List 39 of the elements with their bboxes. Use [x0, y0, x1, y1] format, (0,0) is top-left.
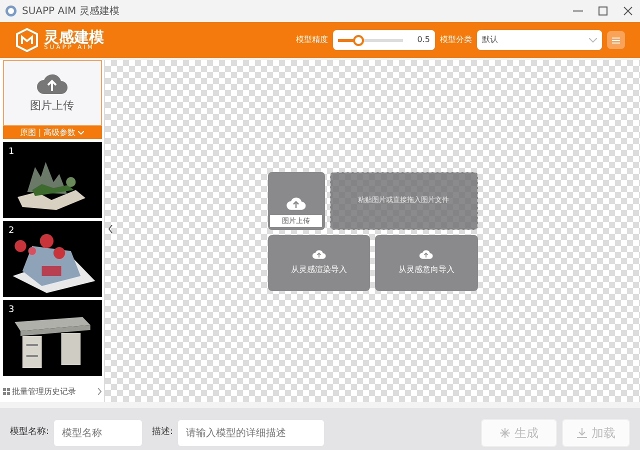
history-link[interactable]: 批量管理历史记录: [2, 384, 102, 400]
cloud-upload-icon: [312, 249, 326, 259]
import-button[interactable]: 从灵感意向导入: [375, 234, 478, 290]
cloud-upload-icon: [286, 196, 306, 210]
cloud-upload-icon: [36, 72, 68, 94]
upload-label: 图片上传: [30, 98, 74, 114]
thumbnail-number: 2: [8, 225, 14, 238]
window-title: SUAPP AIM 灵感建模: [22, 4, 120, 18]
logo-icon: [15, 28, 39, 52]
description-field[interactable]: 请输入模型的详细描述: [178, 420, 324, 446]
chevron-icon: [589, 38, 597, 42]
category-label: 模型分类: [440, 34, 472, 46]
category-dropdown[interactable]: 默认: [477, 30, 602, 50]
slider-thumb[interactable]: [352, 34, 364, 46]
chevron-icon: [78, 130, 84, 134]
close-icon[interactable]: [622, 6, 632, 16]
options-toggle[interactable]: 原图 | 高级参数: [2, 126, 102, 139]
download-icon: [576, 428, 586, 438]
precision-label: 模型精度: [296, 34, 328, 46]
name-field[interactable]: 模型名称: [54, 420, 142, 446]
logo-title: 灵感建模: [44, 30, 104, 44]
upload-area[interactable]: 图片上传: [2, 60, 102, 126]
thumbnail-number: 1: [8, 146, 14, 159]
thumbnail-number: 3: [8, 304, 14, 317]
load-button[interactable]: 加载: [562, 419, 630, 447]
chevron-right-icon: [98, 388, 102, 395]
name-label: 模型名称:: [10, 426, 50, 440]
description-label: 描述:: [152, 426, 174, 440]
generate-button[interactable]: 生成: [481, 419, 557, 447]
grid-icon: [2, 388, 10, 395]
precision-value: 0.5: [416, 34, 430, 46]
sparkle-icon: [500, 428, 510, 438]
menu-button[interactable]: [607, 31, 625, 49]
maximize-icon[interactable]: [598, 6, 608, 16]
collapse-icon[interactable]: [108, 225, 113, 233]
import-button[interactable]: 从灵感渲染导入: [268, 234, 370, 290]
menu-icon: [612, 36, 620, 44]
app-icon: [5, 5, 17, 17]
cloud-upload-icon: [419, 249, 434, 259]
